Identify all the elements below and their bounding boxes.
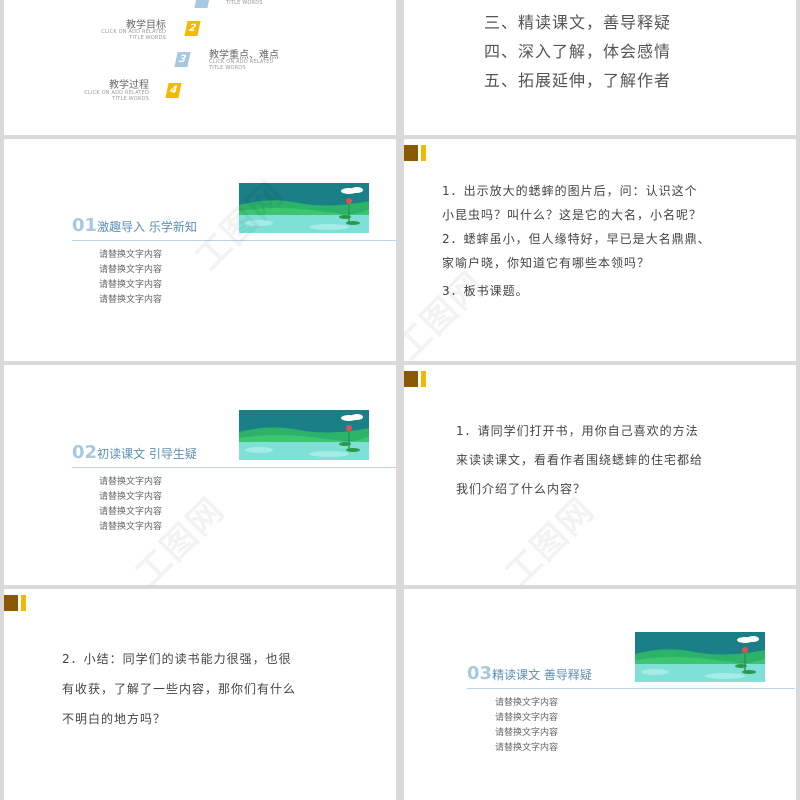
section-items: 请替换文字内容 请替换文字内容 请替换文字内容 请替换文字内容 [495,696,558,756]
list-item: 请替换文字内容 [99,477,163,487]
list-item: 请替换文字内容 [99,250,163,260]
section-heading: 01激趣导入 乐学新知 [72,215,197,236]
text-slide-summary: 2．小结：同学们的读书能力很强，也很 有收获，了解了一些内容，那你们有什么 不明… [4,589,396,800]
outline-item-title: 教学重点、难点 [209,50,279,61]
list-item: 请替换文字内容 [99,265,163,275]
outline-badge-1 [194,0,211,8]
list-item: 请替换文字内容 [495,743,559,753]
paragraph: 1．请同学们打开书，用你自己喜欢的方法 来读读课文，看看作者围绕蟋蟀的住宅都给 … [456,417,703,504]
agenda-list: 三、精读课文，善导释疑 四、深入了解，体会感情 五、拓展延伸，了解作者 [484,8,671,95]
text-line: 有收获，了解了一些内容，那你们有什么 [62,682,297,696]
agenda-item: 四、深入了解，体会感情 [484,42,672,61]
section-items: 请替换文字内容 请替换文字内容 请替换文字内容 请替换文字内容 [99,248,162,308]
section-slide-03: 03精读课文 善导释疑 请替换文字内容 请替换文字内容 请替换文字内容 请替换文… [404,589,796,800]
section-name: 激趣导入 乐学新知 [97,220,197,234]
text-line: 2．小结：同学们的读书能力很强，也很 [62,652,292,666]
section-heading: 02初读课文 引导生疑 [72,442,197,463]
list-item: 请替换文字内容 [99,280,163,290]
outline-number-badge: 2 [184,21,201,36]
section-divider [467,688,795,689]
outline-item-title: 教学过程 [109,80,149,91]
list-item: 请替换文字内容 [495,698,559,708]
outline-top-subtitle: TITLE WORDS [226,0,263,6]
section-number: 01 [72,215,98,236]
list-item: 请替换文字内容 [99,507,163,517]
text-line: 1．出示放大的蟋蟀的图片后，问：认识这个 [442,184,698,198]
list-item: 请替换文字内容 [99,492,163,502]
section-name: 初读课文 引导生疑 [97,447,197,461]
outline-number-badge: 3 [174,52,191,67]
landscape-illustration [635,632,765,682]
section-slide-01: 01激趣导入 乐学新知 请替换文字内容 请替换文字内容 请替换文字内容 请替换文… [4,139,396,361]
paragraph: 2．小结：同学们的读书能力很强，也很 有收获，了解了一些内容，那你们有什么 不明… [62,644,296,734]
agenda-item: 五、拓展延伸，了解作者 [484,71,672,90]
section-slide-02: 02初读课文 引导生疑 请替换文字内容 请替换文字内容 请替换文字内容 请替换文… [4,365,396,585]
agenda-item: 三、精读课文，善导释疑 [484,13,672,32]
section-number: 03 [467,663,493,684]
text-line: 家喻户晓，你知道它有哪些本领吗？ [442,256,651,270]
section-number: 02 [72,442,98,463]
section-items: 请替换文字内容 请替换文字内容 请替换文字内容 请替换文字内容 [99,475,162,535]
list-item: 请替换文字内容 [495,728,559,738]
text-slide-intro: 1．出示放大的蟋蟀的图片后，问：认识这个 小昆虫吗？叫什么？这是它的大名，小名呢… [404,139,796,361]
outline-slide: TITLE WORDS 教学目标 CLICK ON ADD RELATED TI… [4,0,396,135]
section-name: 精读课文 善导释疑 [492,668,592,682]
outline-item-subtitle: CLICK ON ADD RELATED TITLE WORDS [101,29,166,41]
list-item: 请替换文字内容 [99,295,163,305]
section-heading: 03精读课文 善导释疑 [467,663,592,684]
text-line: 来读读课文，看看作者围绕蟋蟀的住宅都给 [456,453,704,467]
text-slide-reading: 1．请同学们打开书，用你自己喜欢的方法 来读读课文，看看作者围绕蟋蟀的住宅都给 … [404,365,796,585]
text-line: 小昆虫吗？叫什么？这是它的大名，小名呢？ [442,208,703,222]
outline-item-subtitle: CLICK ON ADD RELATED TITLE WORDS [84,90,149,102]
outline-number-badge: 4 [165,83,182,98]
agenda-slide: 三、精读课文，善导释疑 四、深入了解，体会感情 五、拓展延伸，了解作者 [404,0,796,135]
text-line: 1．请同学们打开书，用你自己喜欢的方法 [456,424,699,438]
section-divider [72,467,396,468]
text-line: 不明白的地方吗？ [62,712,167,726]
list-item: 请替换文字内容 [495,713,559,723]
landscape-illustration [239,410,369,460]
text-line: 2．蟋蟀虽小，但人缘特好，早已是大名鼎鼎、 [442,232,711,246]
